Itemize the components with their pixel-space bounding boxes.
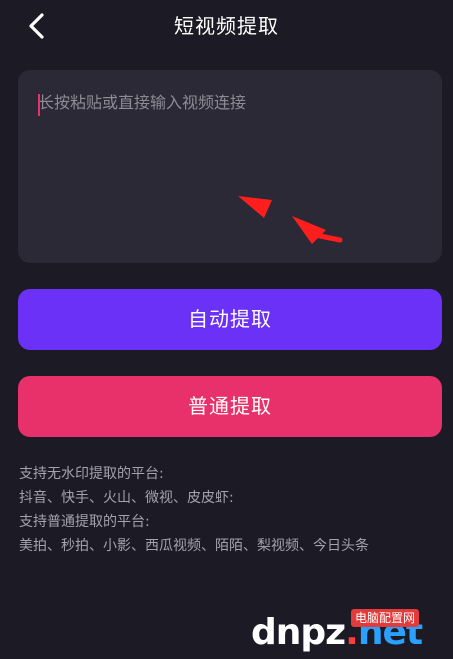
info-line: 支持普通提取的平台: (19, 514, 150, 530)
normal-extract-button[interactable]: 普通提取 (18, 376, 442, 437)
watermark-badge: 电脑配置网 (351, 609, 420, 627)
video-link-input[interactable] (18, 70, 442, 263)
video-link-input-box[interactable] (18, 70, 442, 263)
site-watermark: dnpz.net 电脑配置网 (251, 607, 447, 653)
text-cursor (38, 94, 40, 116)
top-bar: 短视频提取 (0, 0, 453, 52)
info-line: 支持无水印提取的平台: (19, 466, 164, 482)
auto-extract-button[interactable]: 自动提取 (18, 289, 442, 350)
info-line: 美拍、秒拍、小影、西瓜视频、陌陌、梨视频、今日头条 (19, 538, 369, 554)
page-title: 短视频提取 (174, 14, 279, 38)
supported-platforms-info: 支持无水印提取的平台: 抖音、快手、火山、微视、皮皮虾: 支持普通提取的平台: … (19, 462, 439, 558)
info-line: 抖音、快手、火山、微视、皮皮虾: (19, 490, 234, 506)
